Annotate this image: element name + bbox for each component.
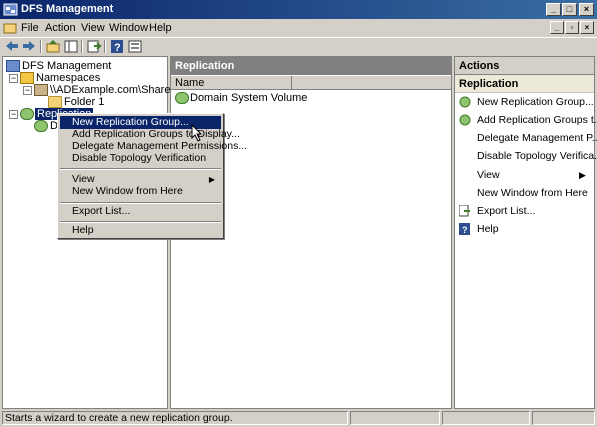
help-icon: ? [459,223,471,235]
toolbar-separator [81,40,83,53]
namespaces-expander-icon[interactable]: − [9,74,18,83]
action-help[interactable]: Help [477,223,499,235]
ctx-export-list[interactable]: Export List... [60,205,221,218]
replication-group-icon [34,120,48,132]
toolbar-separator [104,40,106,53]
title-bar: DFS Management _ □ × [0,0,597,19]
export-list-icon [458,204,471,217]
console-icon[interactable] [3,21,17,35]
ctx-separator [60,202,221,204]
add-replication-groups-icon [459,114,471,126]
actions-header: Actions [455,57,594,75]
action-delegate-management[interactable]: Delegate Management P... [477,132,597,144]
menu-bar: File Action View Window Help [0,19,597,37]
status-bar: Starts a wizard to create a new replicat… [0,410,597,427]
action-export-list[interactable]: Export List... [477,205,535,217]
dfs-icon [6,60,20,72]
status-cell [532,411,595,425]
close-button[interactable]: × [579,3,594,16]
column-divider[interactable] [291,76,292,90]
export-icon[interactable] [86,39,102,54]
minimize-button[interactable]: _ [546,3,561,16]
namespace-path-expander-icon[interactable]: − [23,86,32,95]
namespaces-icon [20,72,34,84]
action-view[interactable]: View [477,169,500,181]
maximize-button[interactable]: □ [562,3,577,16]
menu-action[interactable]: Action [45,22,76,34]
list-item-label: Domain System Volume [190,92,308,104]
mdi-close-button[interactable]: × [580,21,594,34]
action-new-window[interactable]: New Window from Here [477,187,588,199]
svg-text:?: ? [462,225,468,235]
ctx-help[interactable]: Help [60,224,221,237]
menu-help[interactable]: Help [149,22,172,34]
ctx-view-label: View [72,173,95,185]
svg-text:?: ? [114,42,121,54]
replication-group-icon [175,92,189,104]
tree-label-namespaces: Namespaces [36,72,101,84]
action-disable-topology[interactable]: Disable Topology Verifica... [477,150,597,162]
forward-icon[interactable] [21,39,37,54]
mdi-restore-button[interactable]: ▫ [565,21,579,34]
tree-label-root: DFS Management [22,60,112,72]
namespace-share-icon [34,84,48,96]
ctx-disable-topology[interactable]: Disable Topology Verification [60,152,221,165]
actions-pane: Actions Replication New Replication Grou… [454,56,597,409]
up-icon[interactable] [45,39,61,54]
status-cell [442,411,530,425]
status-cell [350,411,440,425]
back-icon[interactable] [4,39,20,54]
replication-icon [20,108,34,120]
actions-section-replication[interactable]: Replication [455,75,594,93]
toolbar-separator [40,40,42,53]
menu-view[interactable]: View [81,22,105,34]
dfs-management-icon [3,2,18,17]
show-hide-tree-icon[interactable] [63,39,79,54]
status-text: Starts a wizard to create a new replicat… [2,411,348,425]
replication-expander-icon[interactable]: − [9,110,18,119]
toolbar: ? [0,37,597,55]
actions-section-label: Replication [459,78,519,90]
tree-label-folder: Folder 1 [64,96,105,108]
help-icon[interactable]: ? [109,39,125,54]
submenu-arrow-icon: ▶ [579,170,586,180]
menu-window[interactable]: Window [109,22,148,34]
mdi-minimize-button[interactable]: _ [550,21,564,34]
window-title: DFS Management [21,3,114,15]
ctx-separator [60,168,221,170]
results-header: Replication [171,57,451,75]
ctx-new-window[interactable]: New Window from Here [60,185,221,198]
mouse-cursor-icon [191,123,205,142]
ctx-separator [60,221,221,223]
action-new-replication-group[interactable]: New Replication Group... [477,96,594,108]
menu-file[interactable]: File [21,22,39,34]
column-name-label: Name [175,77,205,89]
action-add-replication-groups[interactable]: Add Replication Groups t... [477,114,597,126]
properties-icon[interactable] [127,39,143,54]
column-header-name[interactable]: Name [171,76,451,90]
folder-icon [48,96,62,108]
new-replication-group-icon [459,96,471,108]
